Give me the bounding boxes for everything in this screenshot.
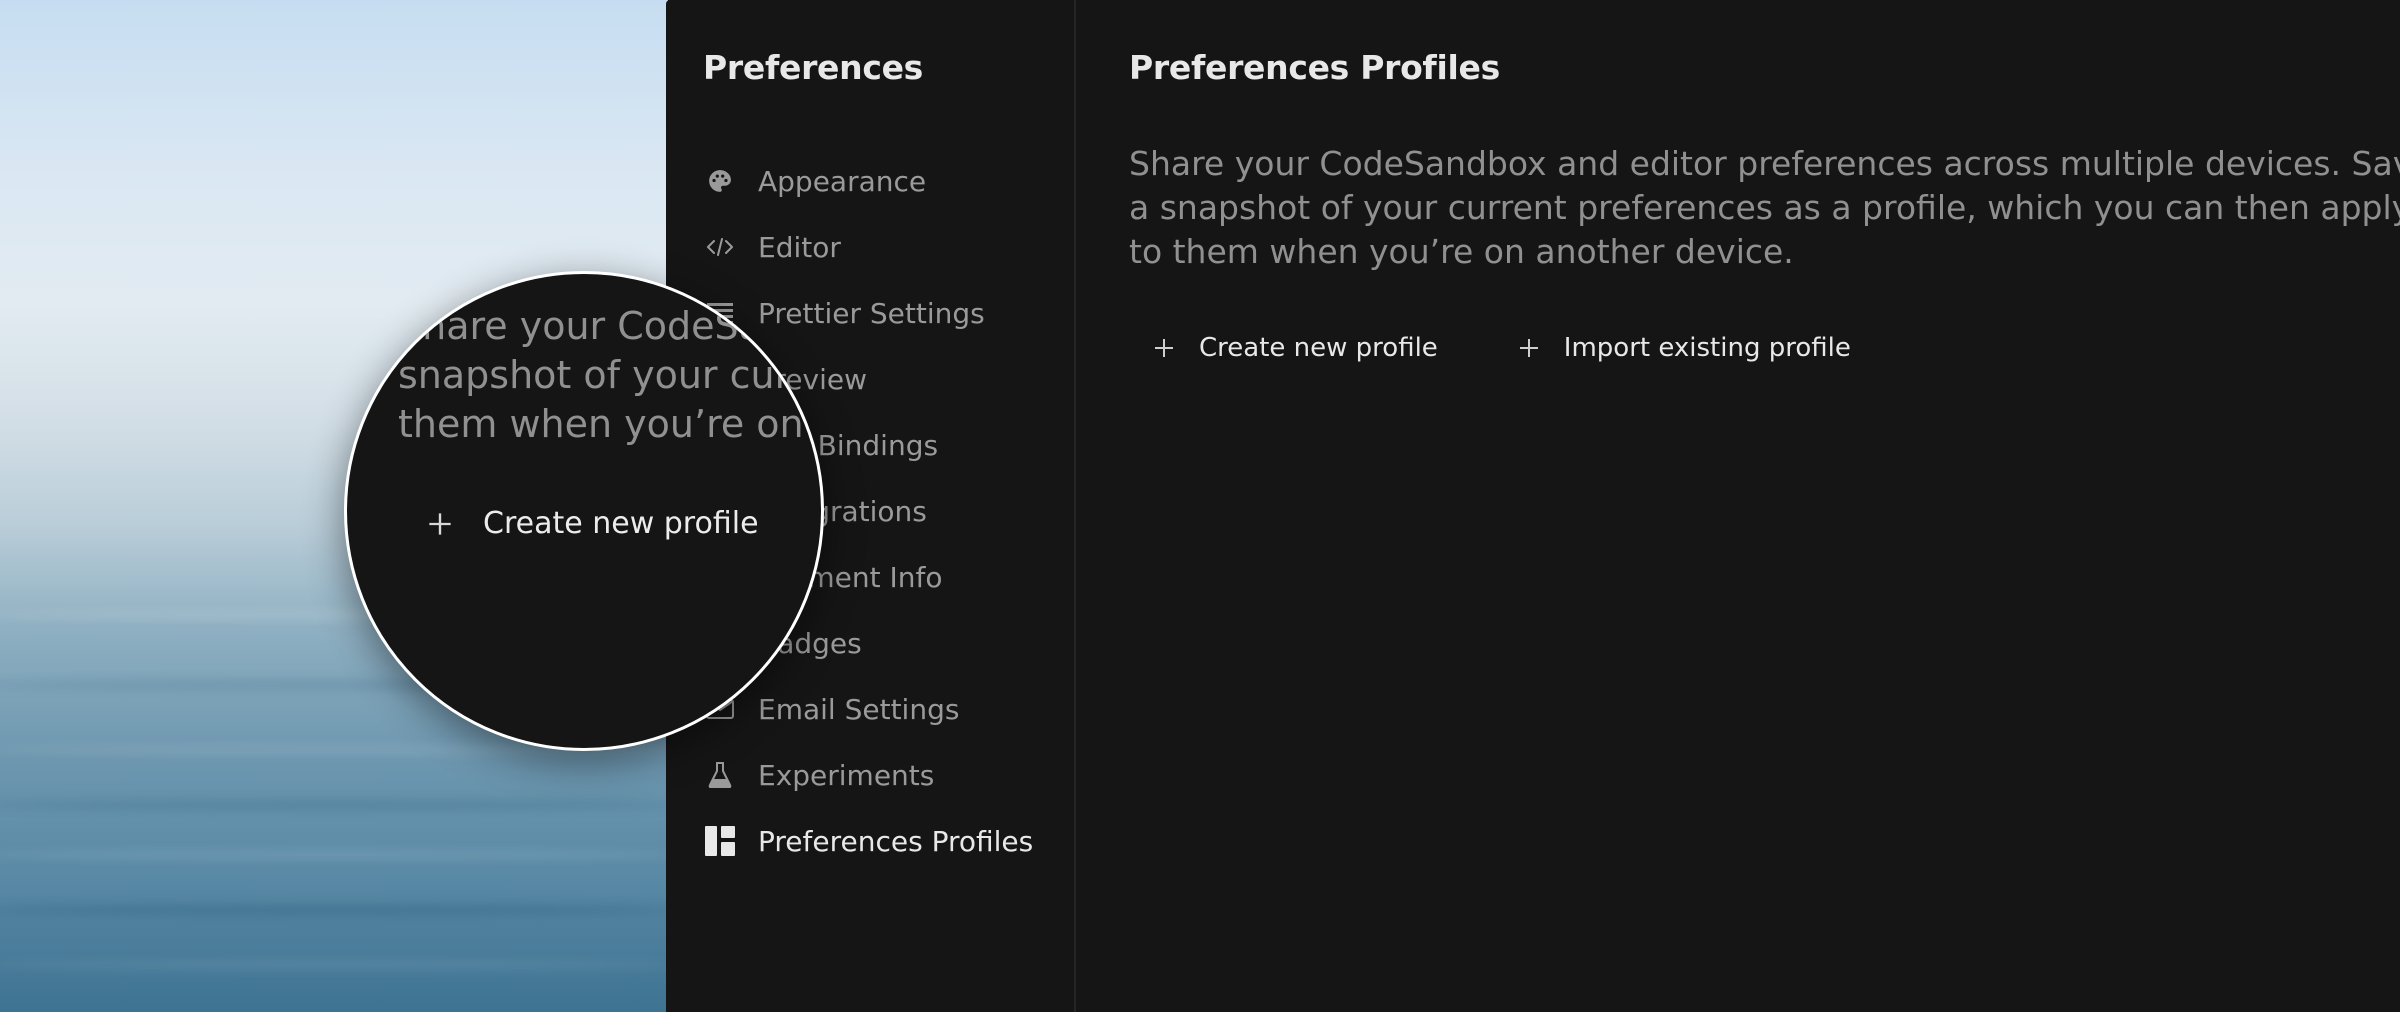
sidebar-item-label: Preferences Profiles <box>758 824 1034 858</box>
sidebar-item-editor[interactable]: Editor <box>703 214 1033 280</box>
import-profile-button[interactable]: Import existing profile <box>1494 320 1875 376</box>
magnified-create-profile-button: Create new profile <box>427 506 759 541</box>
sidebar-item-label: Appearance <box>758 164 927 198</box>
sidebar-item-label: Email Settings <box>758 692 960 726</box>
magnified-create-label: Create new profile <box>483 506 759 541</box>
palette-icon <box>703 164 737 198</box>
sidebar-title: Preferences <box>703 48 924 87</box>
code-icon <box>703 230 737 264</box>
flask-icon <box>703 758 737 792</box>
zoom-magnifier: Share your CodeSandbox and editor snapsh… <box>344 271 824 751</box>
sidebar-item-appearance[interactable]: Appearance <box>703 148 1033 214</box>
create-profile-label: Create new profile <box>1199 333 1438 363</box>
sidebar-item-experiments[interactable]: Experiments <box>703 742 1033 808</box>
sidebar-item-label: Editor <box>758 230 841 264</box>
magnified-line: snapshot of your current preferences <box>398 353 824 397</box>
magnified-description: Share your CodeSandbox and editor snapsh… <box>398 302 824 449</box>
plus-icon <box>1155 339 1173 357</box>
import-profile-label: Import existing profile <box>1563 333 1851 363</box>
magnified-line: them when you’re on another device. <box>398 402 821 446</box>
magnified-line: Share your CodeSandbox and editor <box>398 304 821 348</box>
create-profile-button[interactable]: Create new profile <box>1129 320 1462 376</box>
plus-icon <box>429 512 451 535</box>
main-content: Preferences Profiles Share your CodeSand… <box>1129 0 2400 1012</box>
profile-actions: Create new profile Import existing profi… <box>1129 320 1907 376</box>
plus-icon <box>1519 339 1538 357</box>
sidebar-item-preferences-profiles[interactable]: Preferences Profiles <box>703 808 1033 874</box>
preferences-panel: Preferences Appearance Editor Prettier S… <box>666 0 2400 1012</box>
page-title: Preferences Profiles <box>1129 48 1500 87</box>
layout-icon <box>703 824 737 858</box>
sidebar-item-label: Experiments <box>758 758 935 792</box>
page-description: Share your CodeSandbox and editor prefer… <box>1129 144 2400 271</box>
sidebar-item-email-settings[interactable]: Email Settings <box>703 676 1033 742</box>
